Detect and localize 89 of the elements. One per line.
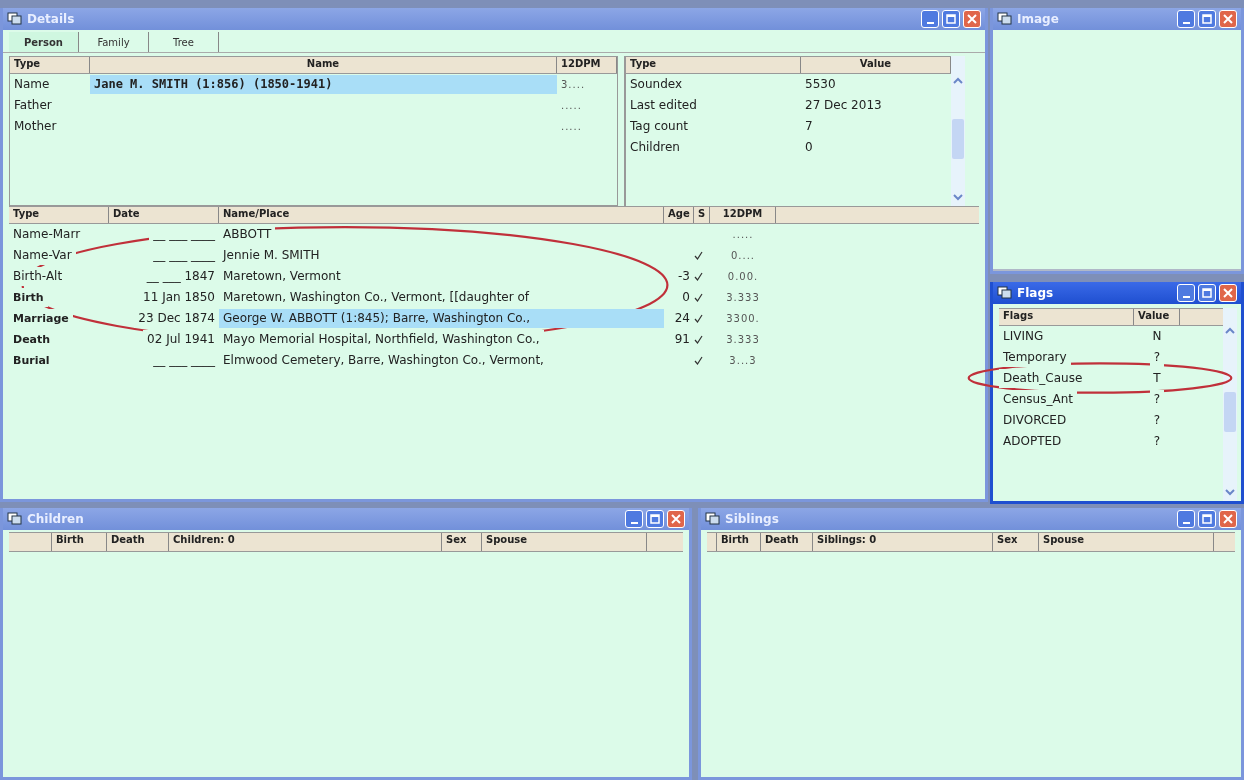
table-cell-text: Last edited [629, 97, 698, 114]
table-cell-text: Soundex [629, 76, 684, 93]
maximize-button[interactable] [1198, 510, 1216, 528]
scroll-down-icon [952, 192, 964, 202]
column-header[interactable]: Spouse [1039, 533, 1214, 551]
maximize-icon [650, 514, 660, 524]
column-header[interactable]: Value [1134, 309, 1180, 325]
close-icon [967, 14, 977, 24]
close-button[interactable] [1219, 510, 1237, 528]
column-header[interactable]: Name [90, 57, 557, 73]
table-cell: George W. ABBOTT (1:845); Barre, Washington Co., [219, 309, 664, 328]
column-header[interactable]: Age [664, 207, 694, 223]
minimize-button[interactable] [921, 10, 939, 28]
maximize-button[interactable] [646, 510, 664, 528]
window-icon [997, 286, 1013, 300]
window-icon [997, 12, 1013, 26]
close-button[interactable] [667, 510, 685, 528]
table-cell-text: 7 [804, 118, 814, 135]
tab[interactable]: Person [9, 32, 79, 52]
column-header[interactable]: Death [107, 533, 169, 551]
table-cell-text: Name [13, 76, 51, 93]
scroll-thumb[interactable] [952, 119, 964, 159]
minimize-icon [926, 22, 934, 24]
close-icon [1223, 14, 1233, 24]
table-cell-text: Father [13, 97, 53, 114]
table-cell: Mayo Memorial Hospital, Northfield, Washington Co., [219, 330, 544, 349]
close-icon [1223, 514, 1233, 524]
column-header[interactable]: Children: 0 [169, 533, 442, 551]
scrollbar[interactable] [1223, 308, 1237, 501]
minimize-button[interactable] [1177, 510, 1195, 528]
window-icon [7, 512, 23, 526]
table-cell-text: 5530 [804, 76, 837, 93]
window-title: Flags [1017, 286, 1055, 300]
column-header[interactable]: Type [9, 207, 109, 223]
column-header[interactable]: Sex [993, 533, 1039, 551]
column-header[interactable]: Spouse [482, 533, 647, 551]
close-button[interactable] [963, 10, 981, 28]
column-header[interactable]: Birth [717, 533, 761, 551]
column-header[interactable]: 12DPM [710, 207, 776, 223]
column-header[interactable]: Type [626, 57, 801, 73]
table-cell-text: 0 [804, 139, 814, 156]
minimize-icon [1182, 296, 1190, 298]
close-icon [1223, 288, 1233, 298]
maximize-button[interactable] [1198, 284, 1216, 302]
table-cell-text: 3.... [560, 78, 587, 92]
column-header[interactable]: Type [10, 57, 90, 73]
maximize-button[interactable] [942, 10, 960, 28]
maximize-icon [1202, 288, 1212, 298]
window-title: Siblings [725, 512, 780, 526]
column-header[interactable]: Sex [442, 533, 482, 551]
window-title: Details [27, 12, 76, 26]
column-header[interactable]: Date [109, 207, 219, 223]
window-icon [705, 512, 721, 526]
scrollbar[interactable] [951, 56, 965, 206]
minimize-button[interactable] [625, 510, 643, 528]
maximize-icon [1202, 514, 1212, 524]
column-header[interactable]: Name/Place [219, 207, 664, 223]
table-cell-text: Tag count [629, 118, 689, 135]
minimize-icon [1182, 522, 1190, 524]
column-header[interactable]: Flags [999, 309, 1134, 325]
column-header[interactable]: Birth [52, 533, 107, 551]
maximize-button[interactable] [1198, 10, 1216, 28]
table-cell-text: Children [629, 139, 681, 156]
scroll-down-icon [1224, 487, 1236, 497]
minimize-icon [1182, 22, 1190, 24]
column-header[interactable]: Siblings: 0 [813, 533, 993, 551]
column-header[interactable]: S [694, 207, 710, 223]
minimize-icon [630, 522, 638, 524]
minimize-button[interactable] [1177, 10, 1195, 28]
close-button[interactable] [1219, 284, 1237, 302]
maximize-icon [946, 14, 956, 24]
close-button[interactable] [1219, 10, 1237, 28]
scroll-up-icon [952, 76, 964, 86]
scroll-thumb[interactable] [1224, 391, 1236, 432]
table-cell: Jane M. SMITH (1:856) (1850-1941) [90, 75, 557, 94]
window-title: Image [1017, 12, 1060, 26]
table-cell: 02 Jul 1941 [143, 330, 219, 349]
minimize-button[interactable] [1177, 284, 1195, 302]
column-header[interactable]: 12DPM [557, 57, 617, 73]
window-icon [7, 12, 23, 26]
maximize-icon [1202, 14, 1212, 24]
window-title: Children [27, 512, 85, 526]
table-cell-text: Mother [13, 118, 58, 135]
scroll-up-icon [1224, 326, 1236, 336]
close-icon [671, 514, 681, 524]
table-cell-text: ..... [560, 99, 583, 113]
table-cell-text: 27 Dec 2013 [804, 97, 883, 114]
table-cell-text: ..... [560, 120, 583, 134]
column-header[interactable]: Death [761, 533, 813, 551]
